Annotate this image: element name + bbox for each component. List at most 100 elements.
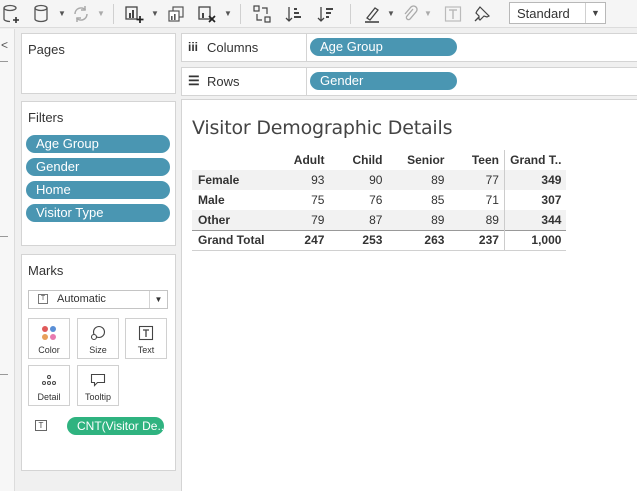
swap-icon[interactable] bbox=[252, 4, 272, 24]
separator bbox=[240, 4, 241, 24]
columns-label: Columns bbox=[207, 40, 259, 55]
chevron-down-icon[interactable]: ▼ bbox=[151, 9, 159, 18]
table-cell[interactable]: 89 bbox=[387, 210, 450, 230]
highlight-icon[interactable] bbox=[362, 4, 382, 24]
label-icon[interactable] bbox=[443, 4, 463, 24]
column-header[interactable]: Adult bbox=[269, 150, 329, 170]
filter-pill-visitor-type[interactable]: Visitor Type bbox=[26, 204, 170, 222]
size-icon bbox=[78, 325, 118, 341]
toolbar: ▼ ▼ ▼ ▼ ▼ ▼ Standard ▼ bbox=[0, 0, 637, 28]
text-icon bbox=[126, 325, 166, 341]
filters-card[interactable]: Filters Age Group Gender Home Visitor Ty… bbox=[21, 101, 176, 246]
cnt-visitor-pill[interactable]: CNT(Visitor De.. bbox=[67, 417, 164, 435]
table-cell[interactable]: 247 bbox=[269, 229, 330, 251]
chevron-down-icon[interactable]: ▼ bbox=[149, 291, 167, 308]
column-header[interactable]: Teen bbox=[449, 150, 504, 170]
row-total-cell[interactable]: 349 bbox=[503, 170, 567, 190]
tooltip-button-label: Tooltip bbox=[84, 392, 111, 402]
color-button[interactable]: Color bbox=[28, 318, 70, 359]
rows-pill-gender[interactable]: Gender bbox=[310, 72, 457, 90]
fit-select[interactable]: Standard ▼ bbox=[509, 2, 606, 24]
text-button[interactable]: Text bbox=[125, 318, 167, 359]
column-header[interactable]: Senior bbox=[387, 150, 449, 170]
annotate-icon[interactable] bbox=[400, 4, 420, 24]
grand-total-header[interactable]: Grand T.. bbox=[503, 150, 567, 170]
sort-descending-icon[interactable] bbox=[316, 4, 336, 24]
table-cell[interactable]: 237 bbox=[449, 229, 505, 251]
pages-card[interactable]: Pages bbox=[21, 33, 176, 94]
table-cell[interactable]: 71 bbox=[449, 190, 504, 210]
chevron-down-icon[interactable]: ▼ bbox=[424, 9, 432, 18]
new-datasource-icon[interactable] bbox=[2, 4, 22, 24]
column-header[interactable]: Child bbox=[329, 150, 387, 170]
table-cell[interactable]: 89 bbox=[387, 170, 450, 190]
table-cell[interactable]: 85 bbox=[387, 190, 449, 210]
color-icon bbox=[29, 325, 69, 341]
shelf-divider bbox=[306, 34, 307, 61]
detail-button[interactable]: Detail bbox=[28, 365, 70, 406]
pages-title: Pages bbox=[28, 42, 65, 57]
clear-sheet-icon[interactable] bbox=[197, 4, 217, 24]
divider bbox=[0, 61, 8, 62]
marks-card[interactable]: Marks T Automatic ▼ Color Size Text Deta… bbox=[21, 254, 176, 471]
size-button[interactable]: Size bbox=[77, 318, 119, 359]
columns-shelf[interactable]: iii Columns Age Group bbox=[181, 33, 637, 62]
table-cell[interactable]: 253 bbox=[329, 229, 388, 251]
row-header[interactable]: Male bbox=[192, 190, 269, 210]
detail-icon bbox=[29, 372, 69, 388]
sort-ascending-icon[interactable] bbox=[284, 4, 304, 24]
view-title: Visitor Demographic Details bbox=[192, 117, 453, 139]
text-mark-icon: T bbox=[38, 294, 48, 304]
row-header[interactable]: Other bbox=[192, 210, 270, 230]
duplicate-icon[interactable] bbox=[166, 4, 186, 24]
table-cell[interactable]: 263 bbox=[387, 229, 450, 251]
grand-total-label[interactable]: Grand Total bbox=[192, 229, 270, 251]
chevron-left-icon[interactable]: < bbox=[1, 38, 8, 52]
tooltip-button[interactable]: Tooltip bbox=[77, 365, 119, 406]
row-header-corner bbox=[192, 150, 269, 170]
text-button-label: Text bbox=[137, 345, 155, 355]
marks-title: Marks bbox=[28, 263, 64, 278]
header-row: Adult Child Senior Teen Grand T.. bbox=[192, 150, 567, 170]
row-total-cell[interactable]: 344 bbox=[503, 210, 567, 230]
table-row: Female 93 90 89 77 349 bbox=[192, 170, 567, 190]
table-cell[interactable]: 90 bbox=[329, 170, 388, 190]
filter-pill-gender[interactable]: Gender bbox=[26, 158, 170, 176]
grand-total-row: Grand Total 247 253 263 237 1,000 bbox=[192, 229, 567, 251]
size-button-label: Size bbox=[89, 345, 107, 355]
data-pane-collapsed[interactable]: < bbox=[0, 29, 15, 491]
color-button-label: Color bbox=[38, 345, 60, 355]
worksheet-view[interactable]: Visitor Demographic Details Adult Child … bbox=[181, 99, 637, 491]
row-header[interactable]: Female bbox=[192, 170, 270, 190]
columns-icon: iii bbox=[188, 40, 199, 54]
table-cell[interactable]: 75 bbox=[269, 190, 329, 210]
separator bbox=[350, 4, 351, 24]
chevron-down-icon[interactable]: ▼ bbox=[58, 9, 66, 18]
shelf-divider bbox=[306, 68, 307, 95]
table-cell[interactable]: 93 bbox=[269, 170, 330, 190]
table-cell[interactable]: 89 bbox=[449, 210, 505, 230]
table-cell[interactable]: 77 bbox=[449, 170, 505, 190]
table-cell[interactable]: 87 bbox=[329, 210, 388, 230]
table-cell[interactable]: 76 bbox=[329, 190, 387, 210]
chevron-down-icon[interactable]: ▼ bbox=[585, 3, 605, 23]
filter-pill-age-group[interactable]: Age Group bbox=[26, 135, 170, 153]
columns-pill-age-group[interactable]: Age Group bbox=[310, 38, 457, 56]
grand-total-cell[interactable]: 1,000 bbox=[503, 229, 567, 251]
datasource-icon[interactable] bbox=[32, 4, 52, 24]
mark-type-select[interactable]: T Automatic ▼ bbox=[28, 290, 168, 309]
row-total-cell[interactable]: 307 bbox=[503, 190, 567, 210]
pin-icon[interactable] bbox=[472, 4, 492, 24]
new-worksheet-icon[interactable] bbox=[124, 4, 144, 24]
refresh-icon[interactable] bbox=[71, 4, 91, 24]
table-row: Male 75 76 85 71 307 bbox=[192, 190, 567, 210]
chevron-down-icon[interactable]: ▼ bbox=[97, 9, 105, 18]
crosstab: Adult Child Senior Teen Grand T.. Female… bbox=[192, 150, 567, 251]
table-cell[interactable]: 79 bbox=[269, 210, 330, 230]
chevron-down-icon[interactable]: ▼ bbox=[387, 9, 395, 18]
fit-select-value: Standard bbox=[517, 6, 570, 21]
divider bbox=[0, 374, 8, 375]
chevron-down-icon[interactable]: ▼ bbox=[224, 9, 232, 18]
filter-pill-home[interactable]: Home bbox=[26, 181, 170, 199]
rows-shelf[interactable]: ☰ Rows Gender bbox=[181, 67, 637, 96]
